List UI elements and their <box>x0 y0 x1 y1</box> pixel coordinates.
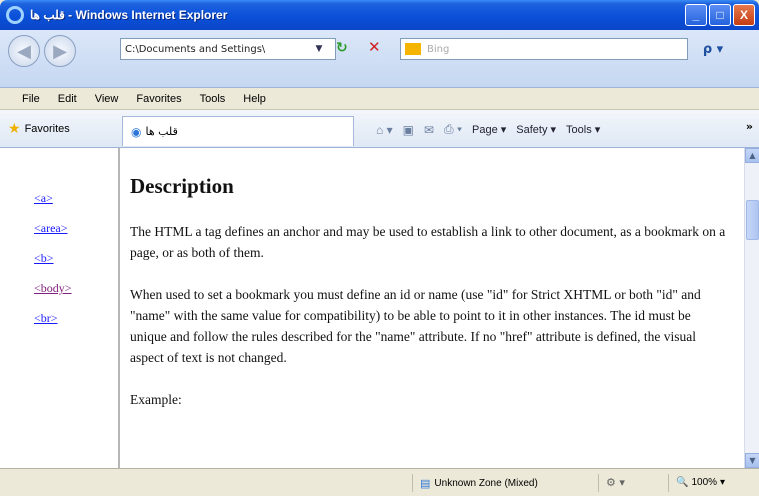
back-button[interactable]: ◀ <box>8 35 40 67</box>
search-placeholder: Bing <box>427 43 450 55</box>
window-title: قلب ها - Windows Internet Explorer <box>30 8 228 22</box>
zoom-control[interactable]: 🔍 100% ▾ <box>676 477 725 488</box>
status-divider <box>412 474 413 492</box>
mail-icon[interactable]: ✉ <box>424 123 434 137</box>
tab-title: قلب ها <box>145 125 178 138</box>
minimize-button[interactable]: _ <box>685 4 707 26</box>
zoom-icon: 🔍 <box>676 477 689 488</box>
menu-help[interactable]: Help <box>243 93 266 105</box>
status-bar: ▤ Unknown Zone (Mixed) ⚙ ▾ 🔍 100% ▾ <box>0 468 759 496</box>
page-icon: ◉ <box>131 124 142 139</box>
menu-favorites[interactable]: Favorites <box>136 93 181 105</box>
close-button[interactable]: X <box>733 4 755 26</box>
window-controls: _ □ X <box>685 4 755 26</box>
nav-link-br[interactable]: <br> <box>34 311 118 341</box>
menu-tools[interactable]: Tools <box>200 93 226 105</box>
navigation-bar: ◀ ▶ C:\Documents and Settings\ ▼ ↻ ✕ Bin… <box>0 30 759 88</box>
menu-bar: File Edit View Favorites Tools Help <box>0 88 759 110</box>
search-input[interactable]: Bing <box>400 38 688 60</box>
print-icon[interactable]: ⎙ ▾ <box>444 122 462 137</box>
protected-mode-icon[interactable]: ⚙ ▾ <box>606 476 625 489</box>
paragraph-intro: The HTML a tag defines an anchor and may… <box>130 224 726 260</box>
main-article: Description The HTML a tag defines an an… <box>130 176 730 431</box>
favorites-label: Favorites <box>24 122 70 135</box>
nav-link-a[interactable]: <a> <box>34 191 118 221</box>
command-bar: ⌂ ▾ ▣ ✉ ⎙ ▾ Page ▾ Safety ▾ Tools ▾ <box>376 122 600 137</box>
stop-button[interactable]: ✕ <box>368 38 381 56</box>
maximize-button[interactable]: □ <box>709 4 731 26</box>
menu-view[interactable]: View <box>95 93 119 105</box>
zoom-dropdown-icon[interactable]: ▾ <box>720 477 725 488</box>
forward-button[interactable]: ▶ <box>44 35 76 67</box>
page-menu[interactable]: Page ▾ <box>472 123 506 136</box>
favorites-button[interactable]: ★ Favorites <box>8 120 70 137</box>
scroll-up-icon[interactable]: ▲ <box>745 148 759 163</box>
title-bar: قلب ها - Windows Internet Explorer _ □ X <box>0 0 759 30</box>
favorites-bar: ★ Favorites ◉ قلب ها ⌂ ▾ ▣ ✉ ⎙ ▾ Page ▾ … <box>0 110 759 148</box>
nav-link-b[interactable]: <b> <box>34 251 118 281</box>
status-divider <box>668 474 669 492</box>
tools-menu[interactable]: Tools ▾ <box>566 123 600 136</box>
home-icon[interactable]: ⌂ ▾ <box>376 123 393 137</box>
feeds-icon[interactable]: ▣ <box>403 123 414 137</box>
ie-icon <box>6 6 24 24</box>
bing-logo-icon <box>405 43 421 55</box>
zone-text: Unknown Zone (Mixed) <box>434 478 538 489</box>
browser-tab[interactable]: ◉ قلب ها <box>122 116 354 146</box>
more-commands-icon[interactable]: » <box>746 120 753 133</box>
security-zone[interactable]: ▤ Unknown Zone (Mixed) <box>420 477 538 490</box>
paragraph-bookmark: When used to set a bookmark you must def… <box>130 287 701 365</box>
scroll-thumb[interactable] <box>746 200 759 240</box>
zoom-level: 100% <box>691 477 718 488</box>
search-button[interactable]: ρ ▾ <box>696 38 730 60</box>
zone-icon: ▤ <box>420 478 431 490</box>
nav-link-body[interactable]: <body> <box>34 281 118 311</box>
page-heading: Description <box>130 174 234 198</box>
menu-file[interactable]: File <box>22 93 40 105</box>
status-divider <box>598 474 599 492</box>
refresh-button[interactable]: ↻ <box>336 40 348 56</box>
paragraph-example: Example: <box>130 392 182 407</box>
vertical-scrollbar[interactable]: ▲ ▼ <box>744 148 759 468</box>
address-text: C:\Documents and Settings\ <box>125 43 266 55</box>
nav-link-area[interactable]: <area> <box>34 221 118 251</box>
menu-edit[interactable]: Edit <box>58 93 77 105</box>
safety-menu[interactable]: Safety ▾ <box>516 123 556 136</box>
scroll-down-icon[interactable]: ▼ <box>745 453 759 468</box>
tag-nav: <a> <area> <b> <body> <br> <box>0 148 120 468</box>
address-input[interactable]: C:\Documents and Settings\ <box>120 38 336 60</box>
address-dropdown-icon[interactable]: ▼ <box>312 38 326 60</box>
star-icon: ★ <box>8 120 21 136</box>
page-content: <a> <area> <b> <body> <br> Description T… <box>0 148 744 468</box>
